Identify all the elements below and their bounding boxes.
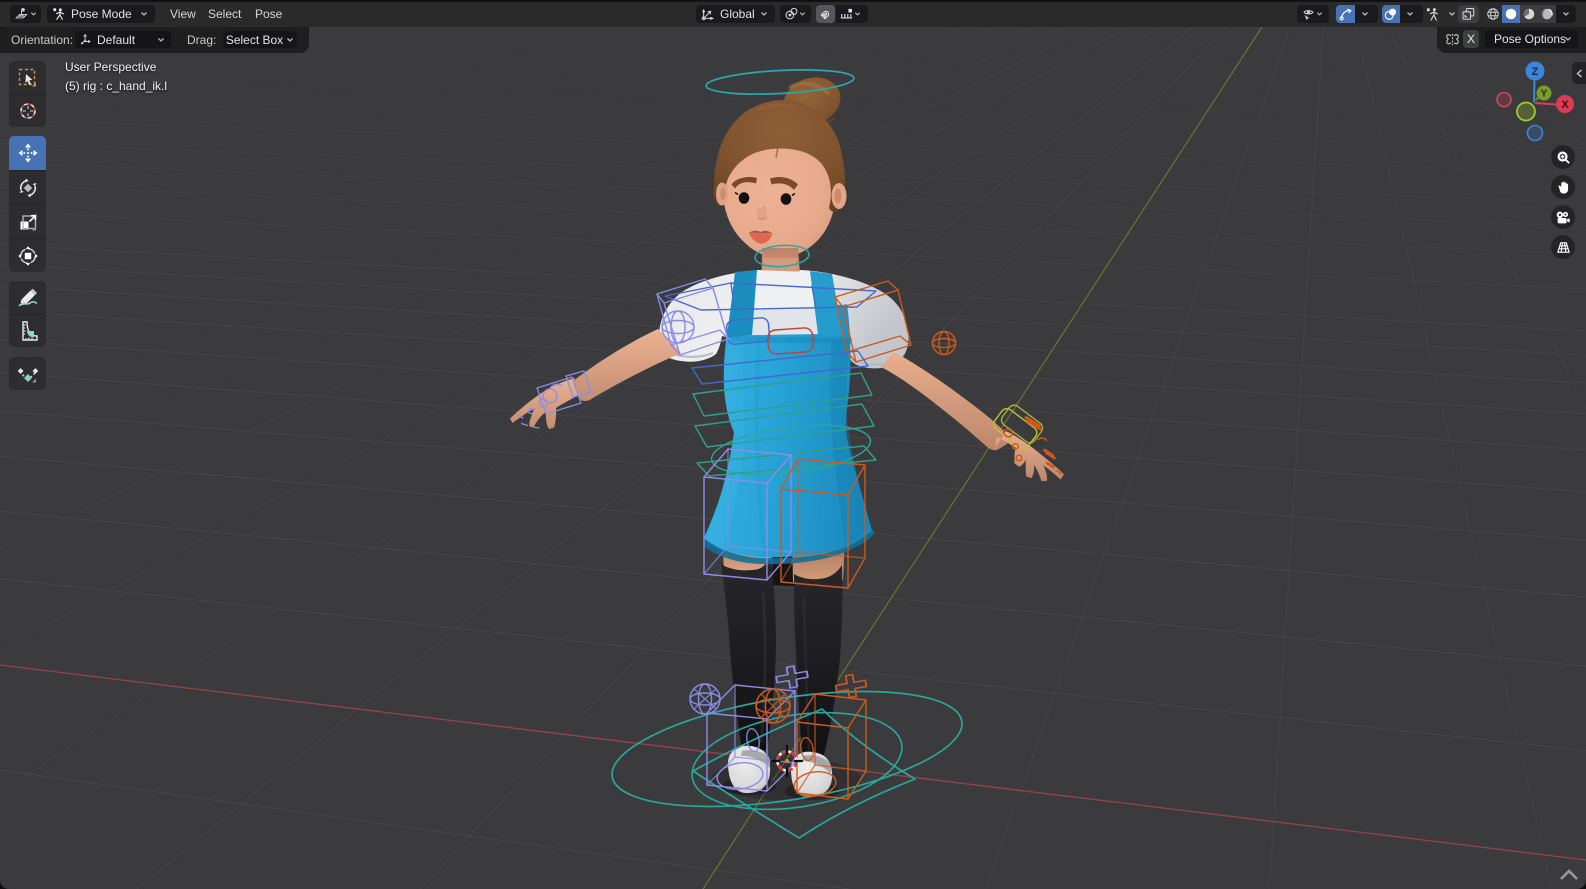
svg-text:X: X (1561, 99, 1569, 111)
svg-text:Z: Z (1532, 66, 1539, 78)
svg-text:Y: Y (1541, 89, 1548, 100)
